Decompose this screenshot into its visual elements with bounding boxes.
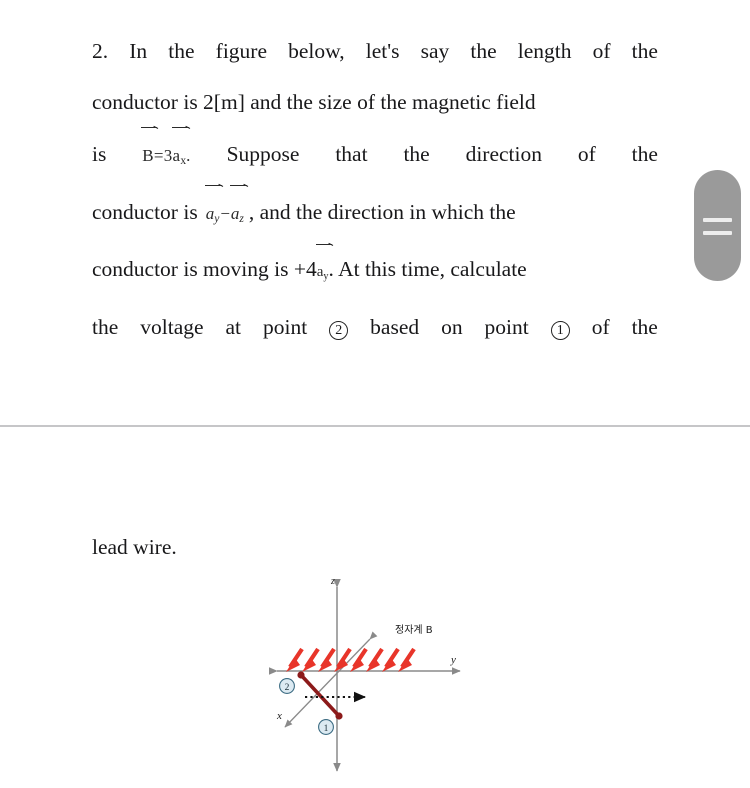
drag-handle-button[interactable] [694, 170, 741, 281]
minus-operator: − [219, 204, 231, 224]
question-line-3: is B=3ax. Suppose that the direction of … [92, 126, 658, 186]
line1-w4: figure [215, 39, 267, 63]
field-arrow-3 [318, 647, 336, 672]
vector-a-z: az [229, 185, 247, 244]
field-arrow-7 [382, 647, 400, 672]
question-text-block: 2. In the figure below, let's say the le… [92, 26, 658, 353]
line1-w6: let's [365, 39, 400, 63]
figure-caption: 정자계 B [395, 624, 433, 636]
subscript-y: y [214, 212, 220, 226]
circled-number-2: 2 [329, 321, 349, 341]
line3-w1: Suppose [226, 142, 300, 166]
line3-period: . [186, 146, 191, 165]
line1-w3: the [168, 39, 195, 63]
y-axis-label: y [450, 654, 456, 666]
question-line-2: conductor is 2[m] and the size of the ma… [92, 77, 658, 128]
vector-B: B [141, 127, 157, 181]
line4-suffix: , and the direction in which the [248, 200, 516, 225]
subscript-y-velocity: y [323, 271, 329, 283]
field-arrow-5 [350, 647, 368, 672]
line6-w1: the [92, 315, 119, 340]
line6-w2: voltage [140, 315, 204, 340]
handle-bar-top [703, 218, 732, 222]
line1-w9: length [517, 39, 572, 63]
svg-text:1: 1 [324, 724, 329, 734]
field-arrow-8 [398, 647, 416, 672]
conductor-endpoint-1 [335, 712, 343, 720]
point-label-2: 2 [279, 678, 295, 694]
field-arrow-2 [302, 647, 320, 672]
line1-w2: In [129, 39, 148, 63]
circled-number-1: 1 [550, 321, 570, 341]
physics-diagram: z y x 2 1 정자계 B [255, 575, 505, 785]
line3-w3: the [403, 142, 430, 166]
question-line-5: conductor is moving is +4 ay. At this tim… [92, 244, 658, 302]
line6-w8: of [591, 315, 610, 340]
x-axis-label: x [276, 710, 282, 722]
conductor-direction-formula: ay−az [204, 185, 247, 244]
line5-prefix: conductor is moving is +4 [92, 257, 317, 282]
question-line-4: conductor is ay−az , and the direction i… [92, 185, 658, 244]
vector-a-x: ax [171, 126, 189, 186]
unit-vector-a-1: a [205, 204, 215, 224]
vector-a-y-velocity: ay [315, 244, 332, 302]
question-line-6: the voltage at point 2 based on point 1 … [92, 302, 658, 353]
continuation-text: lead wire. [92, 535, 177, 559]
line1-w10: of [592, 39, 611, 63]
line3-w6: the [631, 142, 658, 166]
line3-prefix: is [92, 142, 107, 166]
line6-w5: based [370, 315, 420, 340]
line3-w2: that [335, 142, 368, 166]
line1-w7: say [420, 39, 450, 63]
conductor-endpoint-2 [297, 671, 305, 679]
point-label-1: 1 [318, 719, 334, 735]
z-axis-label: z [330, 576, 335, 587]
subscript-z: z [239, 212, 244, 226]
line3-w5: of [577, 142, 596, 166]
subscript-x: x [180, 154, 187, 168]
line1-w5: below, [288, 39, 345, 63]
line6-w7: point [484, 315, 529, 340]
line1-w1: 2. [92, 39, 109, 63]
magnetic-field-formula: B=3ax. [141, 126, 191, 186]
line3-eq: =3 [153, 146, 173, 165]
line1-w8: the [470, 39, 497, 63]
page-divider [0, 425, 750, 427]
conductor-segment [299, 673, 341, 718]
line6-w4: point [263, 315, 308, 340]
handle-bar-bottom [703, 231, 732, 235]
field-arrow-1 [286, 647, 304, 672]
question-line-1: 2. In the figure below, let's say the le… [92, 26, 658, 77]
field-arrow-6 [366, 647, 384, 672]
line6-w9: the [631, 315, 658, 340]
velocity-direction-formula: ay [315, 244, 332, 302]
line6-w3: at [225, 315, 242, 340]
vector-a-y: ay [204, 185, 222, 244]
line1-w11: the [631, 39, 658, 63]
line4-prefix: conductor is [92, 200, 198, 225]
line2-text: conductor is 2[m] and the size of the ma… [92, 90, 536, 114]
line3-w4: direction [465, 142, 542, 166]
line6-w6: on [441, 315, 463, 340]
svg-text:2: 2 [285, 683, 290, 693]
line5-suffix: . At this time, calculate [328, 257, 527, 282]
